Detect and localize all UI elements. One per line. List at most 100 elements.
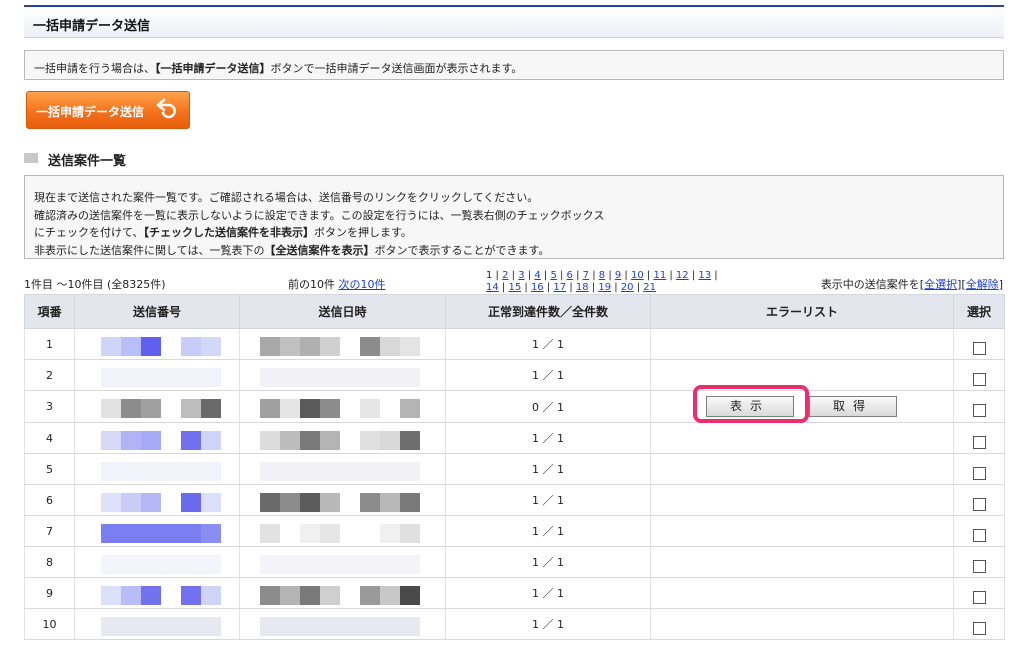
- page-separator: |: [633, 282, 644, 293]
- page-link-15[interactable]: 15: [508, 282, 521, 293]
- delivery-count: 1 ／ 1: [445, 484, 651, 516]
- send-datetime-cell: [239, 608, 446, 640]
- delivery-count: 1 ／ 1: [445, 359, 651, 391]
- select-cell: [953, 328, 1005, 360]
- select-cell: [953, 546, 1005, 578]
- error-list-cell: [650, 515, 954, 547]
- error-list-cell: [650, 608, 954, 640]
- row-select-checkbox[interactable]: [972, 341, 986, 355]
- table-row: 6 1 ／ 1: [24, 484, 1005, 516]
- return-arrow-icon: [156, 98, 176, 119]
- page-link-13[interactable]: 13: [698, 270, 711, 281]
- row-select-checkbox[interactable]: [972, 404, 986, 417]
- bulk-send-button[interactable]: 一括申請データ送信: [26, 91, 190, 129]
- page-separator: |: [611, 282, 621, 293]
- fetch-error-button[interactable]: 取得: [809, 396, 897, 417]
- description-line: 現在まで送信された案件一覧です。ご確認される場合は、送信番号のリンクをクリックし…: [34, 191, 539, 204]
- page-separator: |: [540, 270, 551, 281]
- row-number: 2: [24, 359, 75, 391]
- page-link-18[interactable]: 18: [576, 282, 589, 293]
- next-page-link[interactable]: 次の10件: [339, 278, 386, 291]
- send-number-cell[interactable]: [74, 359, 240, 391]
- row-number: 1: [24, 328, 75, 360]
- row-select-checkbox[interactable]: [972, 559, 986, 573]
- row-number: 8: [24, 546, 75, 578]
- send-datetime-cell: [239, 577, 446, 609]
- send-number-cell[interactable]: [74, 328, 240, 360]
- deselect-all-link[interactable]: 全解除: [966, 278, 999, 291]
- page-separator: |: [643, 270, 654, 281]
- page-separator: |: [556, 270, 567, 281]
- page-separator: |: [588, 282, 599, 293]
- page-link-19[interactable]: 19: [598, 282, 611, 293]
- select-cell: [953, 359, 1005, 391]
- page-link-16[interactable]: 16: [531, 282, 544, 293]
- row-select-checkbox[interactable]: [972, 590, 986, 604]
- section-marker-icon: [24, 153, 38, 163]
- error-list-cell: [650, 453, 954, 485]
- send-datetime-cell: [239, 515, 446, 547]
- page-title: 一括申請データ送信: [33, 19, 151, 34]
- page-separator: |: [543, 282, 554, 293]
- row-select-checkbox[interactable]: [972, 621, 986, 635]
- prev-label: 前の10件: [288, 278, 335, 291]
- description-line: 確認済みの送信案件を一覧に表示しないように設定できます。この設定を行うには、一覧…: [34, 209, 605, 222]
- page-link-20[interactable]: 20: [621, 282, 634, 293]
- row-select-checkbox[interactable]: [972, 528, 986, 542]
- send-datetime-cell: [239, 484, 446, 516]
- page-link-11[interactable]: 11: [653, 270, 666, 281]
- select-all-link[interactable]: 全選択: [924, 278, 957, 291]
- row-select-checkbox[interactable]: [972, 466, 986, 480]
- send-number-cell[interactable]: [74, 390, 240, 423]
- selection-controls: 表示中の送信案件を[全選択][全解除]: [820, 278, 1003, 291]
- page-separator: |: [566, 282, 576, 293]
- send-number-cell[interactable]: [74, 515, 240, 547]
- delivery-count: 1 ／ 1: [445, 515, 651, 547]
- select-cell: [953, 422, 1005, 454]
- page-separator: |: [621, 270, 631, 281]
- page-link-21[interactable]: 21: [643, 282, 656, 293]
- row-select-checkbox[interactable]: [972, 435, 986, 449]
- table-row: 5 1 ／ 1: [24, 453, 1005, 485]
- row-select-checkbox[interactable]: [972, 497, 986, 511]
- delivery-count: 1 ／ 1: [445, 453, 651, 485]
- send-number-cell[interactable]: [74, 484, 240, 516]
- page-separator: |: [688, 270, 699, 281]
- row-number: 5: [24, 453, 75, 485]
- delivery-count: 1 ／ 1: [445, 546, 651, 578]
- page-link-12[interactable]: 12: [676, 270, 689, 281]
- description-line: にチェックを付けて、【チェックした送信案件を非表示】ボタンを押します。: [34, 226, 412, 239]
- send-datetime-cell: [239, 328, 446, 360]
- page-links-row: 14 | 15 | 16 | 17 | 18 | 19 | 20 | 21: [486, 282, 726, 294]
- page-separator: |: [521, 282, 531, 293]
- error-list-cell: [650, 484, 954, 516]
- row-number: 7: [24, 515, 75, 547]
- send-number-cell[interactable]: [74, 577, 240, 609]
- send-datetime-cell: [239, 422, 446, 454]
- delivery-count: 1 ／ 1: [445, 422, 651, 454]
- section-title: 送信案件一覧: [48, 154, 127, 169]
- error-list-cell: [650, 328, 954, 360]
- send-number-cell[interactable]: [74, 608, 240, 640]
- col-header-send-number: 送信番号: [74, 294, 240, 329]
- send-number-cell[interactable]: [74, 422, 240, 454]
- row-number: 10: [24, 608, 75, 640]
- bulk-send-label: 一括申請データ送信: [36, 105, 145, 119]
- page-separator: |: [666, 270, 676, 281]
- select-cell: [953, 608, 1005, 640]
- page-link-10[interactable]: 10: [631, 270, 644, 281]
- page-title-bar: 一括申請データ送信: [24, 5, 1004, 38]
- send-number-cell[interactable]: [74, 546, 240, 578]
- delivery-count: 1 ／ 1: [445, 328, 651, 360]
- page-link-17[interactable]: 17: [553, 282, 566, 293]
- select-cell: [953, 484, 1005, 516]
- page-separator: |: [572, 270, 583, 281]
- table-row: 10 1 ／ 1: [24, 608, 1005, 640]
- row-select-checkbox[interactable]: [972, 372, 986, 386]
- col-header-count: 正常到達件数／全件数: [445, 294, 651, 329]
- select-cell: [953, 515, 1005, 547]
- page-link-14[interactable]: 14: [486, 282, 499, 293]
- send-number-cell[interactable]: [74, 453, 240, 485]
- description-box: 現在まで送信された案件一覧です。ご確認される場合は、送信番号のリンクをクリックし…: [24, 175, 1004, 259]
- notice-box: 一括申請を行う場合は、【一括申請データ送信】ボタンで一括申請データ送信画面が表示…: [24, 50, 1004, 80]
